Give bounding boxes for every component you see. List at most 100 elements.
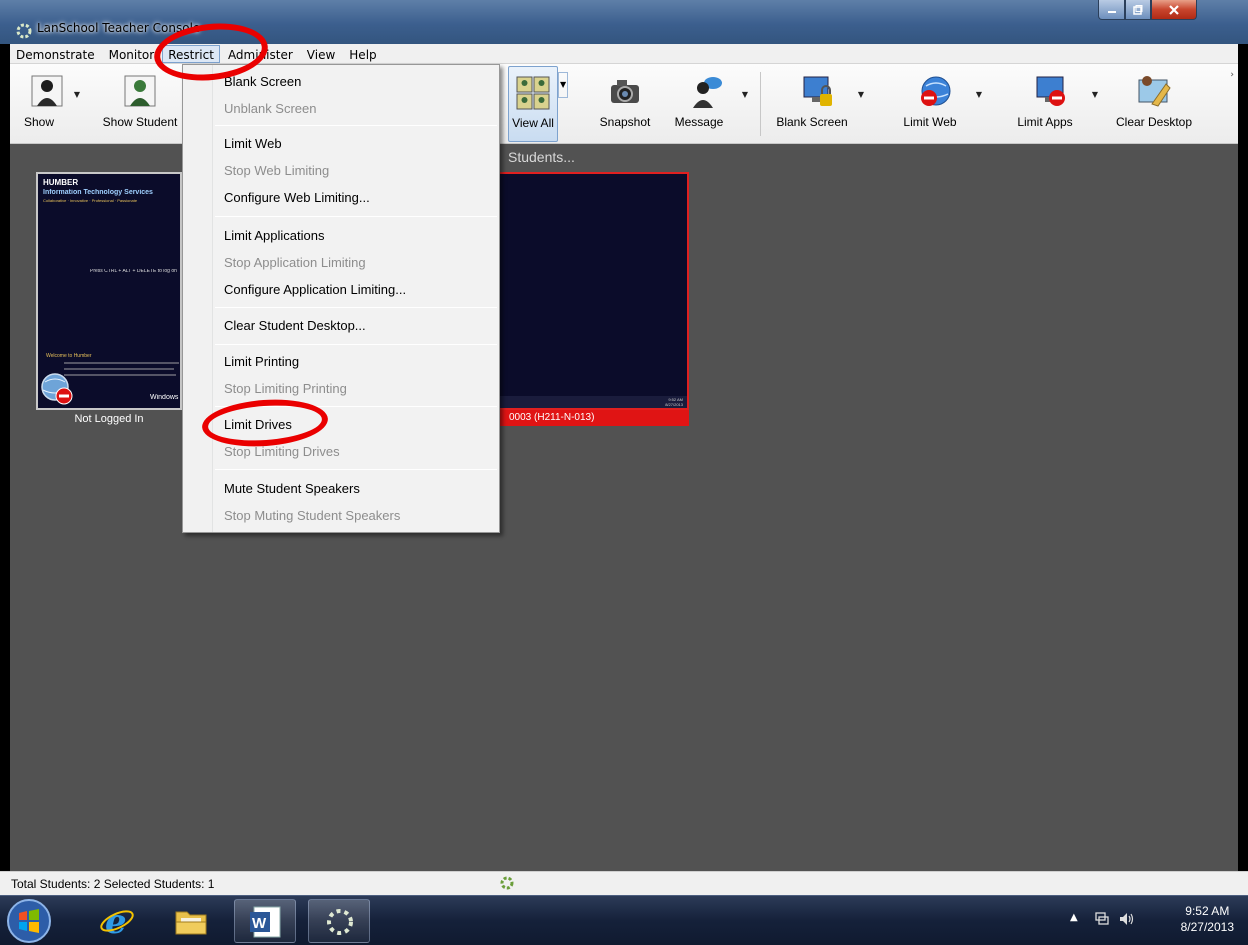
menu-monitor[interactable]: Monitor bbox=[103, 45, 161, 63]
lanschool-taskbar-icon bbox=[327, 909, 353, 935]
menu-item-blank-screen[interactable]: Blank Screen bbox=[224, 74, 301, 89]
show-hidden-icons-arrow-icon[interactable]: ▲ bbox=[1070, 912, 1078, 923]
thumbnail-tagline: Collaborative · Innovative · Professiona… bbox=[43, 199, 138, 203]
toolbar-overflow-chevron-icon[interactable]: › bbox=[1230, 70, 1234, 80]
maximize-button[interactable] bbox=[1125, 0, 1151, 20]
speaker-volume-icon[interactable] bbox=[1118, 911, 1136, 927]
show-label: Show bbox=[23, 115, 55, 129]
clear-desktop-button[interactable]: Clear Desktop bbox=[1104, 64, 1204, 144]
clear-desktop-broom-icon bbox=[1138, 76, 1171, 107]
message-dropdown-arrow-icon[interactable]: ▼ bbox=[740, 90, 750, 99]
limit-web-label: Limit Web bbox=[903, 115, 957, 129]
system-clock[interactable]: 9:52 AM 8/27/2013 bbox=[1181, 903, 1234, 935]
blank-screen-label: Blank Screen bbox=[776, 115, 848, 129]
minimize-button[interactable] bbox=[1098, 0, 1125, 20]
view-all-button[interactable]: View All bbox=[508, 66, 558, 142]
selected-student-thumbnail[interactable]: 9:52 AM 8/27/2013 bbox=[497, 172, 689, 410]
snapshot-button[interactable]: Snapshot bbox=[590, 64, 660, 144]
menu-item-stop-muting-student-speakers[interactable]: Stop Muting Student Speakers bbox=[224, 508, 400, 523]
camera-icon bbox=[611, 80, 639, 103]
clock-date: 8/27/2013 bbox=[1180, 920, 1234, 934]
message-person-icon bbox=[693, 77, 722, 108]
teacher-presenter-icon bbox=[31, 75, 63, 107]
menu-item-stop-application-limiting[interactable]: Stop Application Limiting bbox=[224, 255, 366, 270]
internet-explorer-icon: e bbox=[100, 903, 134, 939]
chevron-down-icon: ▼ bbox=[560, 80, 567, 89]
thumbnail-text-line bbox=[64, 362, 179, 364]
student-thumbnail[interactable]: HUMBER Information Technology Services C… bbox=[36, 172, 182, 410]
menu-item-stop-limiting-drives[interactable]: Stop Limiting Drives bbox=[224, 444, 340, 459]
menu-separator bbox=[215, 307, 497, 308]
windows-logo-text: Windows 7 bbox=[150, 394, 180, 401]
menu-item-mute-student-speakers[interactable]: Mute Student Speakers bbox=[224, 481, 360, 496]
folder-icon bbox=[175, 911, 207, 935]
taskbar-internet-explorer[interactable]: e bbox=[86, 899, 148, 943]
close-button[interactable] bbox=[1151, 0, 1197, 20]
taskbar-file-explorer[interactable] bbox=[160, 899, 222, 943]
thumbnail-logon-prompt: Press CTRL + ALT + DELETE to log on bbox=[90, 269, 177, 274]
thumbnail-clock: 9:52 AM 8/27/2013 bbox=[665, 397, 683, 407]
clear-desktop-label: Clear Desktop bbox=[1115, 115, 1193, 129]
menu-item-stop-web-limiting[interactable]: Stop Web Limiting bbox=[224, 163, 329, 178]
selected-student-name-label: 0003 (H211-N-013) bbox=[497, 410, 689, 426]
menu-item-clear-student-desktop[interactable]: Clear Student Desktop... bbox=[224, 318, 366, 333]
close-icon bbox=[1169, 4, 1179, 15]
windows-start-orb-icon[interactable] bbox=[5, 897, 53, 945]
blank-screen-button[interactable]: ▼ Blank Screen bbox=[770, 64, 866, 144]
globe-blocked-icon bbox=[921, 76, 951, 106]
restore-icon bbox=[1133, 4, 1143, 15]
limit-apps-dropdown-arrow-icon[interactable]: ▼ bbox=[1090, 90, 1100, 99]
show-button[interactable]: ▼ Show bbox=[12, 64, 82, 144]
limit-apps-button[interactable]: ▼ Limit Apps bbox=[1002, 64, 1100, 144]
menu-separator bbox=[215, 125, 497, 126]
message-button[interactable]: ▼ Message bbox=[662, 64, 752, 144]
blocked-globe-badge-icon bbox=[41, 373, 73, 405]
blank-screen-dropdown-arrow-icon[interactable]: ▼ bbox=[856, 90, 866, 99]
menu-view[interactable]: View bbox=[301, 45, 341, 63]
sync-status-icon bbox=[500, 876, 514, 890]
menu-help[interactable]: Help bbox=[343, 45, 382, 63]
minimize-icon bbox=[1107, 10, 1116, 13]
limit-web-dropdown-arrow-icon[interactable]: ▼ bbox=[974, 90, 984, 99]
thumbnail-text-line bbox=[64, 374, 176, 376]
limit-apps-label: Limit Apps bbox=[1017, 115, 1073, 129]
menu-item-configure-application-limiting[interactable]: Configure Application Limiting... bbox=[224, 282, 406, 297]
menu-separator bbox=[215, 344, 497, 345]
menu-item-unblank-screen[interactable]: Unblank Screen bbox=[224, 101, 317, 116]
humber-logo-text: HUMBER bbox=[43, 178, 79, 187]
student-count-status: Total Students: 2 Selected Students: 1 bbox=[11, 877, 215, 891]
menu-icon-gutter bbox=[183, 65, 213, 532]
menu-item-limit-applications[interactable]: Limit Applications bbox=[224, 228, 324, 243]
message-label: Message bbox=[674, 115, 724, 129]
menu-item-limit-web[interactable]: Limit Web bbox=[224, 136, 282, 151]
menu-demonstrate[interactable]: Demonstrate bbox=[10, 45, 101, 63]
status-bar: Total Students: 2 Selected Students: 1 bbox=[0, 871, 1248, 895]
menu-item-configure-web-limiting[interactable]: Configure Web Limiting... bbox=[224, 190, 370, 205]
microsoft-word-icon: W bbox=[250, 906, 281, 938]
clock-time: 9:52 AM bbox=[1185, 904, 1230, 918]
menu-item-limit-printing[interactable]: Limit Printing bbox=[224, 354, 299, 369]
menu-separator bbox=[215, 469, 497, 470]
view-all-label: View All bbox=[512, 116, 554, 130]
show-student-label: Show Student bbox=[102, 115, 178, 129]
network-icon[interactable] bbox=[1094, 911, 1110, 927]
svg-text:W: W bbox=[252, 915, 267, 932]
menu-separator bbox=[215, 216, 497, 217]
taskbar-microsoft-word[interactable]: W bbox=[234, 899, 296, 943]
windows-taskbar: e W ▲ 9:52 AM 8/27/2013 bbox=[0, 895, 1248, 945]
apps-blocked-icon bbox=[1036, 76, 1065, 106]
restrict-menu-dropdown: Blank Screen Unblank Screen Limit Web St… bbox=[182, 64, 500, 533]
show-dropdown-arrow-icon[interactable]: ▼ bbox=[72, 90, 82, 99]
limit-web-button[interactable]: ▼ Limit Web bbox=[888, 64, 984, 144]
menu-item-stop-limiting-printing[interactable]: Stop Limiting Printing bbox=[224, 381, 347, 396]
students-heading: Students... bbox=[508, 149, 575, 165]
svg-text:e: e bbox=[105, 903, 127, 939]
student-presenter-icon bbox=[124, 75, 156, 107]
blank-screen-lock-icon bbox=[803, 76, 832, 106]
view-all-dropdown[interactable]: ▼ bbox=[558, 72, 568, 98]
thumbnail-welcome-text: Welcome to Humber bbox=[46, 353, 92, 359]
student-name-label: Not Logged In bbox=[74, 413, 144, 425]
view-all-thumbnails-icon bbox=[516, 76, 550, 110]
thumbnail-heading: Information Technology Services bbox=[43, 189, 153, 196]
taskbar-lanschool[interactable] bbox=[308, 899, 370, 943]
